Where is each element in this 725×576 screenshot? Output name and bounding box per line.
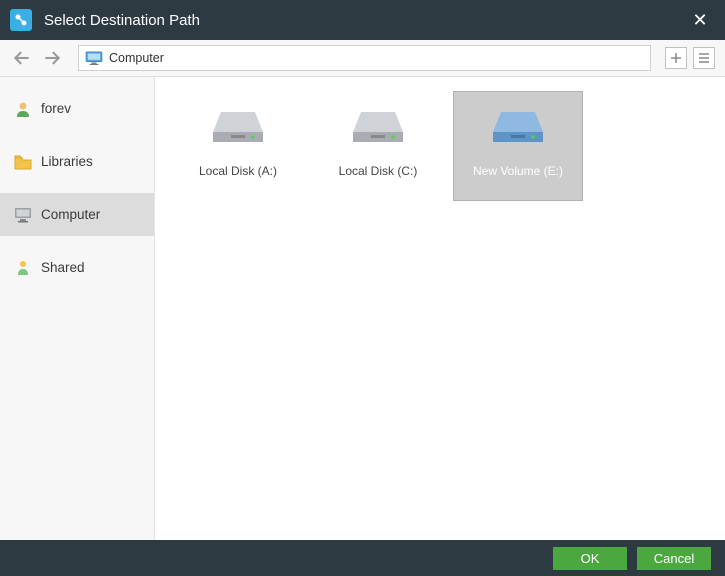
disk-icon	[343, 102, 413, 152]
path-bar[interactable]: Computer	[78, 45, 651, 71]
close-button[interactable]: ✕	[685, 5, 715, 35]
ok-button[interactable]: OK	[553, 547, 627, 570]
sidebar-item-label: forev	[41, 101, 71, 116]
path-label: Computer	[109, 51, 164, 65]
drive-label: New Volume (E:)	[473, 164, 563, 178]
app-icon	[10, 9, 32, 31]
drive-label: Local Disk (A:)	[199, 164, 277, 178]
titlebar: Select Destination Path ✕	[0, 0, 725, 40]
drive-item[interactable]: Local Disk (A:)	[173, 91, 303, 201]
libraries-icon	[14, 153, 32, 171]
sidebar-item-computer[interactable]: Computer	[0, 193, 154, 236]
window-title: Select Destination Path	[44, 12, 685, 29]
user-icon	[14, 100, 32, 118]
disk-icon	[203, 102, 273, 152]
body: forev Libraries Computer Shared	[0, 77, 725, 540]
forward-button[interactable]	[40, 46, 64, 70]
drive-label: Local Disk (C:)	[339, 164, 418, 178]
sidebar: forev Libraries Computer Shared	[0, 77, 155, 540]
view-list-button[interactable]	[693, 47, 715, 69]
sidebar-item-label: Libraries	[41, 154, 93, 169]
back-button[interactable]	[10, 46, 34, 70]
toolbar: Computer	[0, 40, 725, 77]
drive-item[interactable]: Local Disk (C:)	[313, 91, 443, 201]
cancel-button[interactable]: Cancel	[637, 547, 711, 570]
disk-icon	[483, 102, 553, 152]
sidebar-item-label: Computer	[41, 207, 100, 222]
sidebar-item-shared[interactable]: Shared	[0, 246, 154, 289]
sidebar-item-label: Shared	[41, 260, 85, 275]
new-folder-button[interactable]	[665, 47, 687, 69]
main-pane: Local Disk (A:) Local Disk (C:)	[155, 77, 725, 540]
sidebar-item-libraries[interactable]: Libraries	[0, 140, 154, 183]
shared-icon	[14, 259, 32, 277]
sidebar-item-user[interactable]: forev	[0, 87, 154, 130]
computer-icon	[14, 206, 32, 224]
drive-item[interactable]: New Volume (E:)	[453, 91, 583, 201]
computer-icon	[85, 51, 103, 65]
footer: OK Cancel	[0, 540, 725, 576]
